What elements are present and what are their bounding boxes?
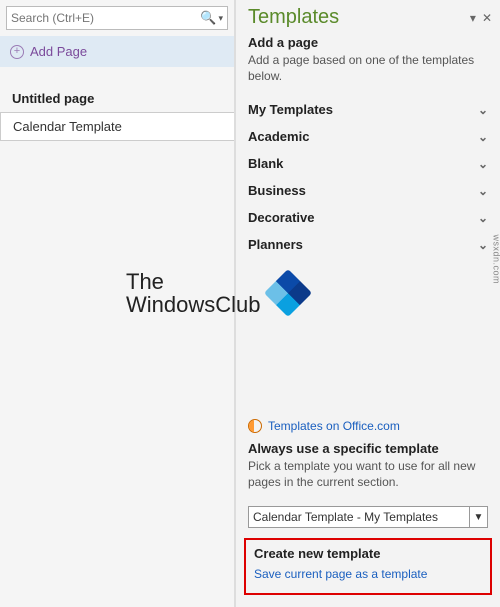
pane-header: Templates ▾ ✕ — [236, 0, 500, 31]
office-templates-link-row: Templates on Office.com — [236, 415, 500, 437]
add-page-button[interactable]: + Add Page — [0, 36, 234, 67]
always-use-section: Always use a specific template Pick a te… — [236, 437, 500, 502]
search-box[interactable]: 🔍 ▾ — [6, 6, 228, 30]
pane-menu-icon[interactable]: ▾ — [470, 11, 476, 25]
always-use-title: Always use a specific template — [248, 441, 488, 456]
search-scope-dropdown-icon[interactable]: ▾ — [218, 13, 223, 24]
page-list: Untitled page Calendar Template — [0, 85, 234, 141]
save-current-page-link[interactable]: Save current page as a template — [254, 567, 427, 581]
create-new-template-section: Create new template Save current page as… — [244, 538, 492, 595]
add-page-label: Add Page — [30, 44, 87, 59]
category-blank[interactable]: Blank⌄ — [244, 150, 492, 177]
templates-pane: Templates ▾ ✕ Add a page Add a page base… — [235, 0, 500, 607]
category-business[interactable]: Business⌄ — [244, 177, 492, 204]
category-list: My Templates⌄ Academic⌄ Blank⌄ Business⌄… — [236, 96, 500, 258]
left-pane: 🔍 ▾ + Add Page Untitled page Calendar Te… — [0, 0, 235, 607]
template-select-wrap: Calendar Template - My Templates ▼ — [236, 502, 500, 538]
office-templates-link[interactable]: Templates on Office.com — [268, 419, 400, 433]
search-row: 🔍 ▾ — [0, 0, 234, 36]
chevron-down-icon: ⌄ — [478, 103, 488, 117]
globe-icon — [248, 419, 262, 433]
attribution-text: wsxdn.com — [492, 234, 500, 284]
template-select[interactable]: Calendar Template - My Templates — [248, 506, 470, 528]
create-new-title: Create new template — [254, 546, 482, 561]
category-decorative[interactable]: Decorative⌄ — [244, 204, 492, 231]
add-page-section: Add a page Add a page based on one of th… — [236, 31, 500, 96]
chevron-down-icon: ⌄ — [478, 184, 488, 198]
page-item-calendar-template[interactable]: Calendar Template — [0, 112, 234, 141]
close-icon[interactable]: ✕ — [482, 11, 492, 25]
plus-icon: + — [10, 45, 24, 59]
chevron-down-icon: ⌄ — [478, 157, 488, 171]
always-use-desc: Pick a template you want to use for all … — [248, 458, 488, 490]
template-select-dropdown-icon[interactable]: ▼ — [470, 506, 488, 528]
search-input[interactable] — [11, 11, 200, 25]
category-academic[interactable]: Academic⌄ — [244, 123, 492, 150]
search-icon[interactable]: 🔍 — [200, 10, 216, 26]
chevron-down-icon: ⌄ — [478, 238, 488, 252]
chevron-down-icon: ⌄ — [478, 211, 488, 225]
page-item-untitled[interactable]: Untitled page — [0, 85, 234, 112]
category-my-templates[interactable]: My Templates⌄ — [244, 96, 492, 123]
category-planners[interactable]: Planners⌄ — [244, 231, 492, 258]
add-page-title: Add a page — [248, 35, 488, 50]
add-page-desc: Add a page based on one of the templates… — [248, 52, 488, 84]
chevron-down-icon: ⌄ — [478, 130, 488, 144]
pane-title: Templates — [248, 6, 464, 29]
